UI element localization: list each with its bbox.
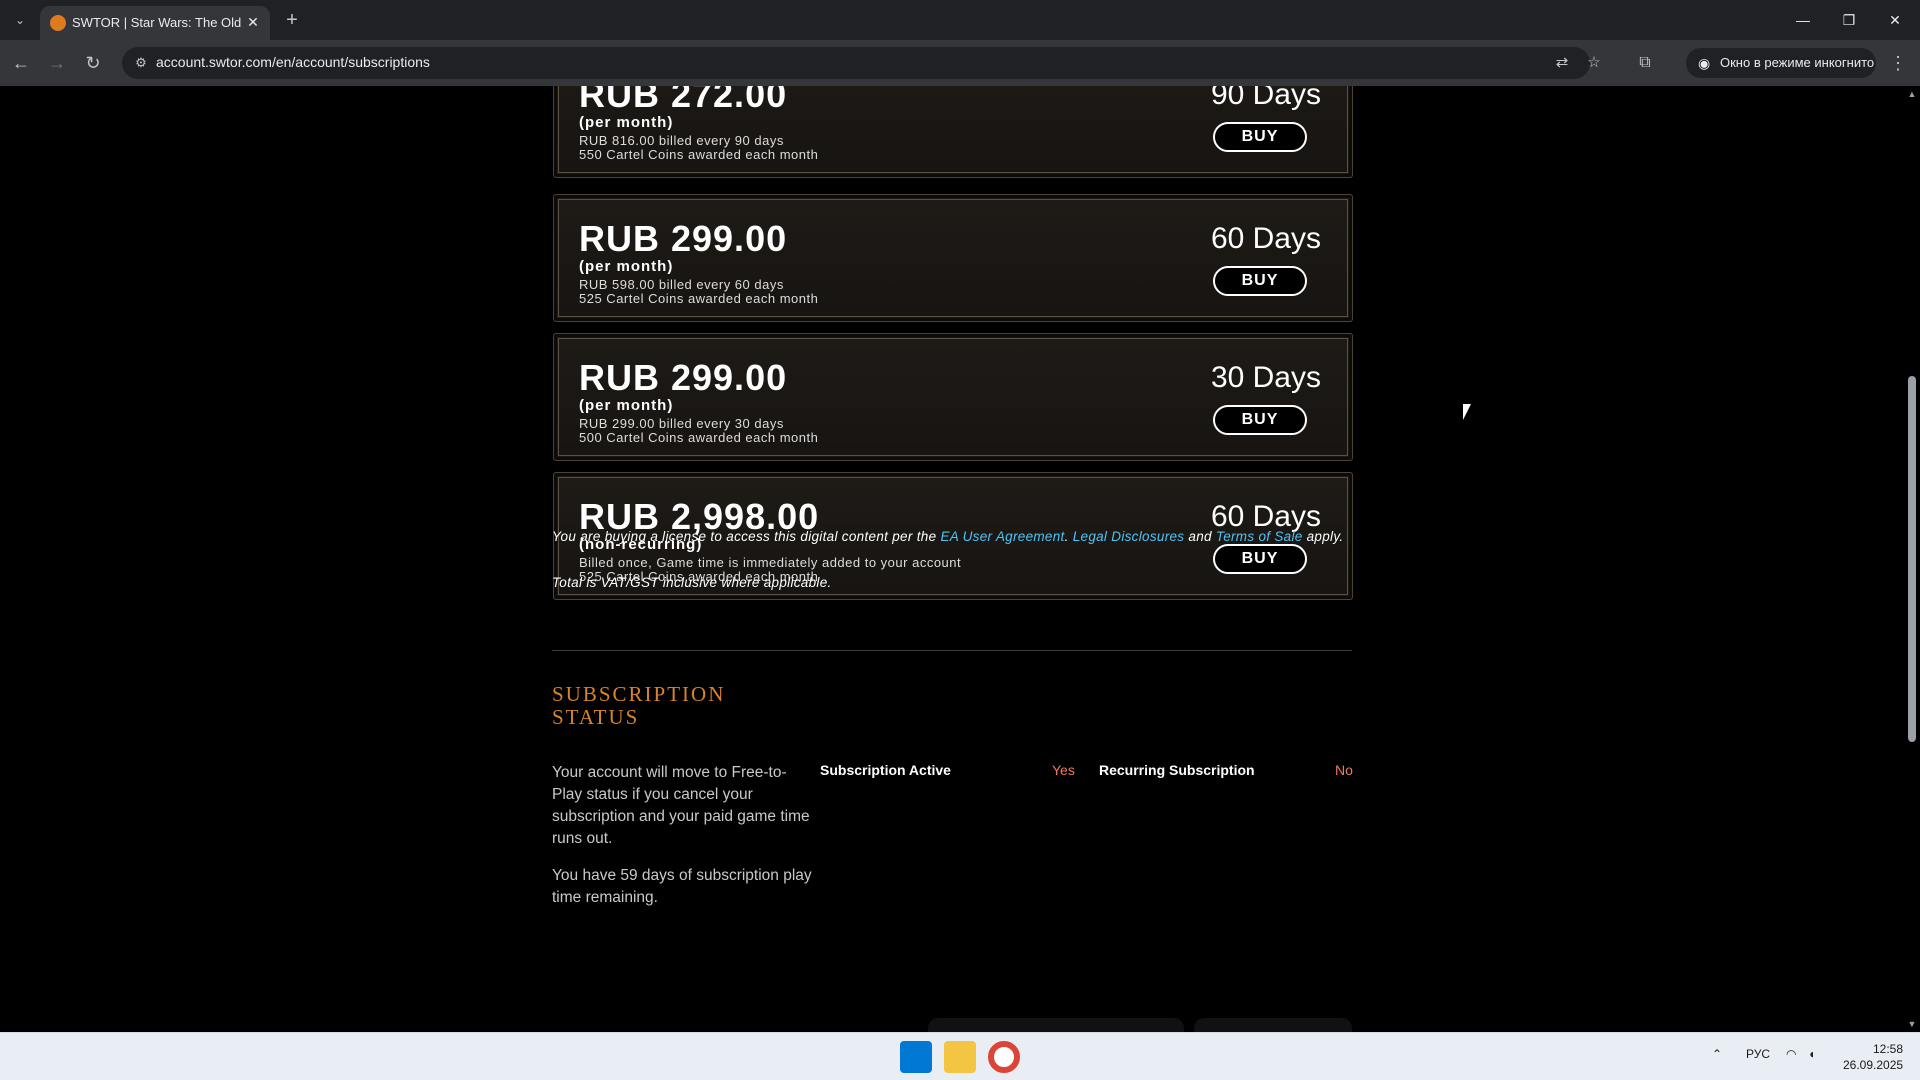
- page-scrollbar[interactable]: ▲ ▼: [1904, 86, 1920, 1032]
- plan-days: 30 Days: [1210, 361, 1321, 394]
- browser-tab[interactable]: SWTOR | Star Wars: The Old Re ✕: [40, 6, 270, 40]
- close-window-button[interactable]: ✕: [1872, 6, 1918, 34]
- system-clock[interactable]: 12:58 26.09.2025: [1843, 1041, 1903, 1073]
- plan-billing: RUB 299.00 billed every 30 days 500 Cart…: [579, 417, 818, 445]
- mouse-cursor-icon: [1463, 404, 1471, 420]
- plan-billing-line: RUB 299.00 billed every 30 days: [579, 416, 784, 431]
- buy-button[interactable]: BUY: [1213, 122, 1307, 152]
- tab-close-icon[interactable]: ✕: [244, 13, 262, 31]
- page-content: RUB 272.00 (per month) RUB 816.00 billed…: [0, 86, 1904, 1032]
- vat-notice: Total is VAT/GST inclusive where applica…: [552, 575, 832, 590]
- tab-list-chevron-icon[interactable]: ⌄: [8, 8, 32, 32]
- tab-title: SWTOR | Star Wars: The Old Re: [72, 15, 242, 30]
- heading-line: STATUS: [552, 705, 640, 729]
- subscription-active-value: Yes: [1052, 762, 1075, 778]
- plan-price: RUB 299.00: [579, 357, 788, 398]
- incognito-icon: ◉: [1698, 55, 1711, 71]
- plan-card: RUB 299.00 (per month) RUB 598.00 billed…: [553, 194, 1353, 322]
- subscription-status-heading: SUBSCRIPTION STATUS: [552, 683, 772, 729]
- recurring-subscription-value: No: [1335, 762, 1353, 778]
- maximize-button[interactable]: ❐: [1826, 6, 1872, 34]
- plan-billing-line: Billed once, Game time is immediately ad…: [579, 555, 962, 570]
- free-to-play-text: Your account will move to Free-to-Play s…: [552, 764, 810, 847]
- scroll-down-arrow-icon[interactable]: ▼: [1906, 1018, 1918, 1030]
- bookmark-star-icon[interactable]: ☆: [1584, 53, 1604, 73]
- subscription-active-label: Subscription Active: [820, 762, 951, 778]
- windows-start-icon[interactable]: [900, 1041, 932, 1073]
- incognito-label: Окно в режиме инкогнито: [1720, 55, 1875, 70]
- buy-button[interactable]: BUY: [1213, 405, 1307, 435]
- plan-coins-line: 550 Cartel Coins awarded each month: [579, 147, 819, 162]
- license-notice: You are buying a license to access this …: [552, 529, 1364, 545]
- plan-billing-line: RUB 598.00 billed every 60 days: [579, 277, 784, 292]
- chrome-icon[interactable]: [988, 1041, 1020, 1073]
- legal-disclosures-link[interactable]: Legal Disclosures: [1073, 529, 1185, 544]
- plan-days: 60 Days: [1210, 222, 1321, 255]
- buy-button[interactable]: BUY: [1213, 544, 1307, 574]
- volume-icon[interactable]: ◖: [1808, 1047, 1815, 1061]
- plan-price: RUB 272.00: [579, 86, 788, 115]
- language-indicator[interactable]: РУС: [1746, 1047, 1770, 1061]
- clock-time: 12:58: [1872, 1042, 1903, 1056]
- browser-menu-icon[interactable]: ⋮: [1886, 50, 1910, 76]
- license-separator: .: [1064, 529, 1073, 544]
- browser-tab-bar: ⌄ SWTOR | Star Wars: The Old Re ✕ + — ❐ …: [0, 0, 1920, 40]
- forward-arrow-icon[interactable]: →: [44, 50, 70, 76]
- wifi-icon[interactable]: ◠: [1786, 1047, 1796, 1061]
- address-bar[interactable]: ⚙ account.swtor.com/en/account/subscript…: [122, 47, 1601, 79]
- partial-action-button[interactable]: [928, 1018, 1184, 1032]
- tray-overflow-chevron-icon[interactable]: ⌃: [1712, 1047, 1722, 1061]
- plan-card: RUB 272.00 (per month) RUB 816.00 billed…: [553, 86, 1353, 178]
- plan-coins-line: 500 Cartel Coins awarded each month: [579, 430, 819, 445]
- windows-taskbar: ⌃ РУС ◠ ◖ 12:58 26.09.2025: [0, 1032, 1920, 1080]
- clock-date: 26.09.2025: [1843, 1058, 1904, 1072]
- back-arrow-icon[interactable]: ←: [8, 50, 34, 76]
- ea-user-agreement-link[interactable]: EA User Agreement: [940, 529, 1064, 544]
- swtor-favicon-icon: [50, 15, 66, 31]
- recurring-subscription-label: Recurring Subscription: [1099, 762, 1255, 778]
- terms-of-sale-link[interactable]: Terms of Sale: [1216, 529, 1303, 544]
- site-info-icon[interactable]: ⚙: [132, 54, 150, 72]
- plan-period: (per month): [579, 397, 674, 414]
- plan-days: 90 Days: [1210, 86, 1321, 111]
- partial-action-button[interactable]: [1194, 1018, 1352, 1032]
- file-explorer-icon[interactable]: [944, 1041, 976, 1073]
- section-divider: [552, 650, 1352, 651]
- extensions-puzzle-icon[interactable]: ⧉: [1632, 50, 1658, 76]
- plan-billing: RUB 816.00 billed every 90 days 550 Cart…: [579, 134, 818, 162]
- plan-billing: RUB 598.00 billed every 60 days 525 Cart…: [579, 278, 818, 306]
- plan-coins-line: 525 Cartel Coins awarded each month: [579, 291, 819, 306]
- plan-card: RUB 299.00 (per month) RUB 299.00 billed…: [553, 333, 1353, 461]
- plan-price: RUB 299.00: [579, 218, 788, 259]
- license-text: You are buying a license to access this …: [552, 529, 941, 544]
- new-tab-button[interactable]: +: [280, 8, 304, 32]
- plan-period: (per month): [579, 258, 674, 275]
- heading-line: SUBSCRIPTION: [552, 682, 726, 706]
- plan-billing-line: RUB 816.00 billed every 90 days: [579, 133, 784, 148]
- plan-period: (per month): [579, 114, 674, 131]
- translate-icon[interactable]: ⇄: [1552, 53, 1572, 73]
- reload-icon[interactable]: ↻: [80, 50, 106, 76]
- license-and-text: and: [1184, 529, 1216, 544]
- remaining-time-text: You have 59 days of subscription play ti…: [552, 867, 812, 906]
- scrollbar-thumb[interactable]: [1908, 376, 1916, 742]
- license-suffix: apply.: [1302, 529, 1344, 544]
- scroll-up-arrow-icon[interactable]: ▲: [1906, 88, 1918, 100]
- buy-button[interactable]: BUY: [1213, 266, 1307, 296]
- incognito-indicator[interactable]: ◉ Окно в режиме инкогнито: [1686, 48, 1876, 78]
- url-text[interactable]: account.swtor.com/en/account/subscriptio…: [156, 54, 430, 70]
- minimize-button[interactable]: —: [1780, 6, 1826, 34]
